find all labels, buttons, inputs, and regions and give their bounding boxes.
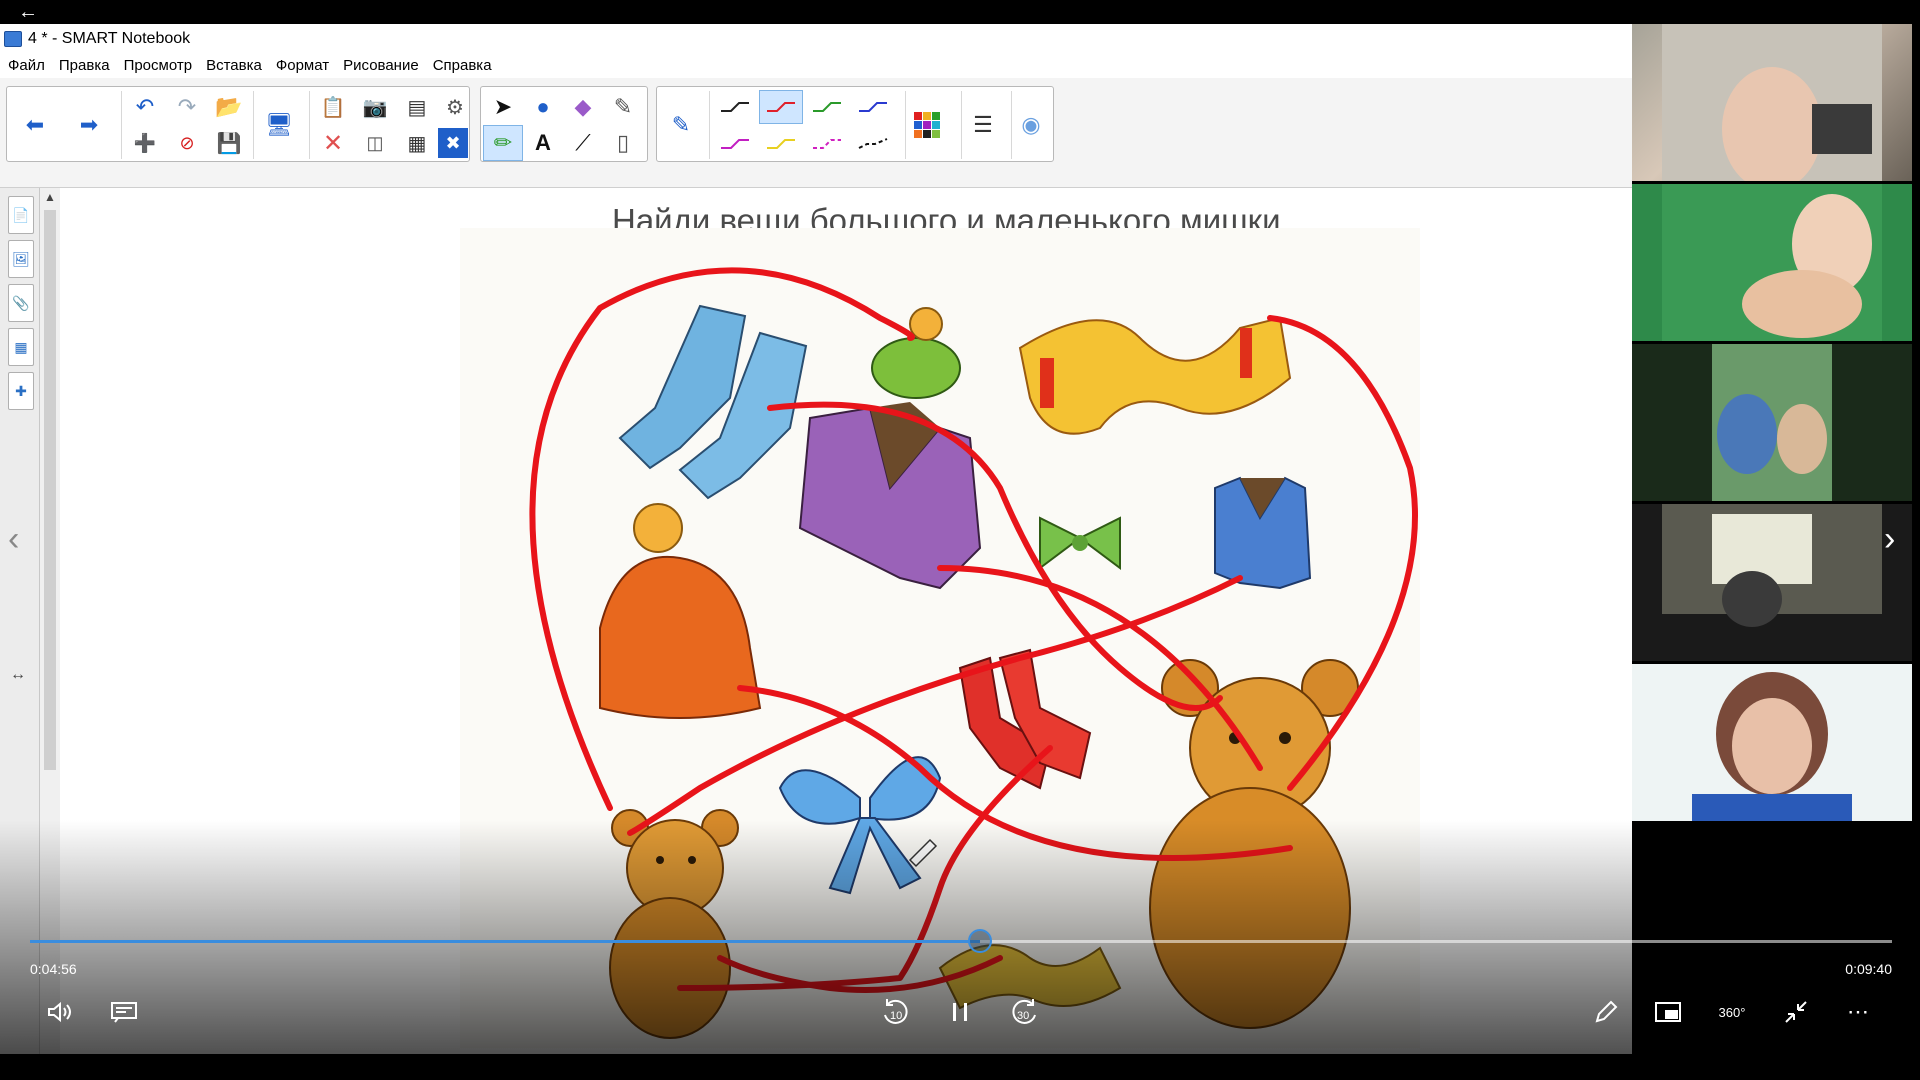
- add-page-icon[interactable]: ➕: [125, 125, 165, 161]
- back-icon[interactable]: ⬅: [15, 89, 55, 161]
- forward-label: 30: [1017, 1010, 1029, 1022]
- forward-30-icon[interactable]: 30: [1004, 992, 1044, 1032]
- pens-icon[interactable]: ✏: [483, 125, 523, 161]
- bottom-bar: [0, 1054, 1920, 1080]
- 360-icon[interactable]: 360°: [1712, 992, 1752, 1032]
- pen-colors: [713, 89, 903, 161]
- top-bar: ←: [0, 0, 1920, 24]
- table-icon[interactable]: ▦: [397, 125, 437, 161]
- screen-shade-icon[interactable]: ▤: [397, 89, 437, 125]
- participant-video-1[interactable]: [1632, 24, 1912, 181]
- pause-icon[interactable]: [940, 992, 980, 1032]
- participant-video-3[interactable]: [1632, 344, 1912, 501]
- eraser-shape-icon[interactable]: ◆: [563, 89, 603, 125]
- paste-icon[interactable]: 📋: [313, 89, 353, 125]
- rewind-label: 10: [890, 1010, 902, 1022]
- menu-edit[interactable]: Правка: [59, 57, 110, 74]
- pen-color-swatch-4[interactable]: [851, 90, 895, 124]
- toolbar: ⬅ ➡ ↶ ↷ 📂 ➕ ⊘ 💾 🖥 📋 📷 ▤ ⚙ ✕ ◫ ▦ ✖ ➤ ● ◆ …: [0, 78, 1632, 188]
- participant-video-5[interactable]: [1632, 664, 1912, 821]
- folder-open-icon[interactable]: 📂: [209, 89, 249, 125]
- eraser-icon[interactable]: ▯: [603, 125, 643, 161]
- properties-icon[interactable]: ◉: [1011, 89, 1051, 161]
- shapes-icon[interactable]: ●: [523, 89, 563, 125]
- text-icon[interactable]: A: [523, 125, 563, 161]
- properties-tab-icon[interactable]: ▦: [8, 328, 34, 366]
- menu-file[interactable]: Файл: [8, 57, 45, 74]
- menu-insert[interactable]: Вставка: [206, 57, 262, 74]
- fullscreen-icon[interactable]: ✖: [438, 128, 468, 158]
- gallery-icon[interactable]: 🖼: [8, 240, 34, 278]
- delete-page-icon[interactable]: ⊘: [167, 125, 207, 161]
- forward-icon[interactable]: ➡: [69, 89, 109, 161]
- captions-icon[interactable]: [104, 992, 144, 1032]
- presentation-icon[interactable]: ◫: [355, 125, 395, 161]
- miniplayer-icon[interactable]: [1648, 992, 1688, 1032]
- page-sorter-icon[interactable]: 📄: [8, 196, 34, 234]
- pen-color-swatch-8[interactable]: [851, 127, 895, 161]
- pen-icon[interactable]: ✎: [661, 89, 701, 161]
- more-icon[interactable]: ⋯: [1838, 992, 1878, 1032]
- progress-bar[interactable]: [30, 929, 1892, 953]
- video-controls: 0:04:56 0:09:40 10 30 360° ⋯: [0, 820, 1920, 1060]
- toolbar-group-tools: ➤ ● ◆ ✎ ✏ A ⟋ ▯: [480, 86, 648, 162]
- next-page-icon[interactable]: ›: [1884, 520, 1912, 560]
- menu-format[interactable]: Формат: [276, 57, 329, 74]
- menu-draw[interactable]: Рисование: [343, 57, 419, 74]
- display-icon[interactable]: 🖥: [259, 89, 299, 161]
- toolbar-group-main: ⬅ ➡ ↶ ↷ 📂 ➕ ⊘ 💾 🖥 📋 📷 ▤ ⚙ ✕ ◫ ▦ ✖: [6, 86, 470, 162]
- volume-icon[interactable]: [40, 992, 80, 1032]
- camera-icon[interactable]: 📷: [355, 89, 395, 125]
- menu-help[interactable]: Справка: [433, 57, 492, 74]
- exit-fullscreen-icon[interactable]: [1776, 992, 1816, 1032]
- pen-color-swatch-3[interactable]: [805, 90, 849, 124]
- progress-fill: [30, 940, 980, 943]
- pen-color-swatch-2[interactable]: [759, 90, 803, 124]
- window-title: 4 * - SMART Notebook: [28, 30, 191, 47]
- rewind-10-icon[interactable]: 10: [876, 992, 916, 1032]
- pen-color-swatch-5[interactable]: [713, 127, 757, 161]
- magic-pen-icon[interactable]: ✎: [603, 89, 643, 125]
- addons-icon[interactable]: ✚: [8, 372, 34, 410]
- pen-color-swatch-1[interactable]: [713, 90, 757, 124]
- total-time: 0:09:40: [1845, 961, 1892, 977]
- pen-color-swatch-7[interactable]: [805, 127, 849, 161]
- title-bar: 4 * - SMART Notebook: [0, 24, 1632, 54]
- menu-bar: Файл Правка Просмотр Вставка Формат Рисо…: [0, 54, 1632, 76]
- cursor-icon[interactable]: ➤: [483, 89, 523, 125]
- redo-icon[interactable]: ↷: [167, 89, 207, 125]
- screen: ← 4 * - SMART Notebook Файл Правка Просм…: [0, 0, 1920, 1080]
- previous-page-icon[interactable]: ‹: [8, 520, 36, 560]
- back-arrow-icon[interactable]: ←: [18, 2, 40, 22]
- save-icon[interactable]: 💾: [209, 125, 249, 161]
- progress-knob[interactable]: [967, 929, 992, 953]
- pen-color-swatch-6[interactable]: [759, 127, 803, 161]
- toolbar-group-pens: ✎ ☰ ◉: [656, 86, 1054, 162]
- resize-icon[interactable]: ↔: [10, 666, 26, 684]
- draw-pen-icon[interactable]: [1586, 992, 1626, 1032]
- participant-video-2[interactable]: [1632, 184, 1912, 341]
- participant-video-4[interactable]: [1632, 504, 1912, 661]
- blue-vest-picture: [1214, 476, 1312, 590]
- current-time: 0:04:56: [30, 961, 77, 977]
- 360-label: 360°: [1718, 1004, 1746, 1020]
- app-icon: [4, 31, 22, 47]
- line-style-icon[interactable]: ☰: [963, 89, 1003, 161]
- delete-icon[interactable]: ✕: [313, 125, 353, 161]
- menu-view[interactable]: Просмотр: [124, 57, 193, 74]
- attachments-icon[interactable]: 📎: [8, 284, 34, 322]
- extras-icon[interactable]: ⚙: [435, 89, 475, 125]
- undo-icon[interactable]: ↶: [125, 89, 165, 125]
- line-icon[interactable]: ⟋: [563, 125, 603, 161]
- color-palette-icon[interactable]: [907, 89, 947, 161]
